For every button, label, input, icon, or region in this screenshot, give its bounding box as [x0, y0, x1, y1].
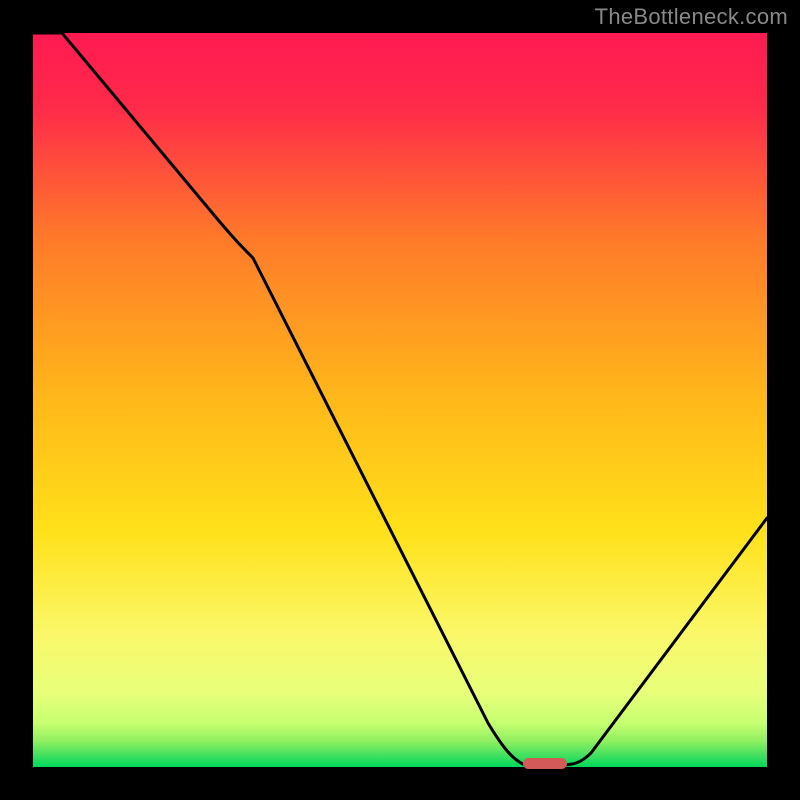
chart-container: TheBottleneck.com	[0, 0, 800, 800]
min-marker	[523, 758, 567, 769]
gradient-bg	[33, 33, 767, 767]
plot-area	[33, 33, 767, 769]
chart-svg	[0, 0, 800, 800]
watermark-text: TheBottleneck.com	[595, 4, 788, 30]
